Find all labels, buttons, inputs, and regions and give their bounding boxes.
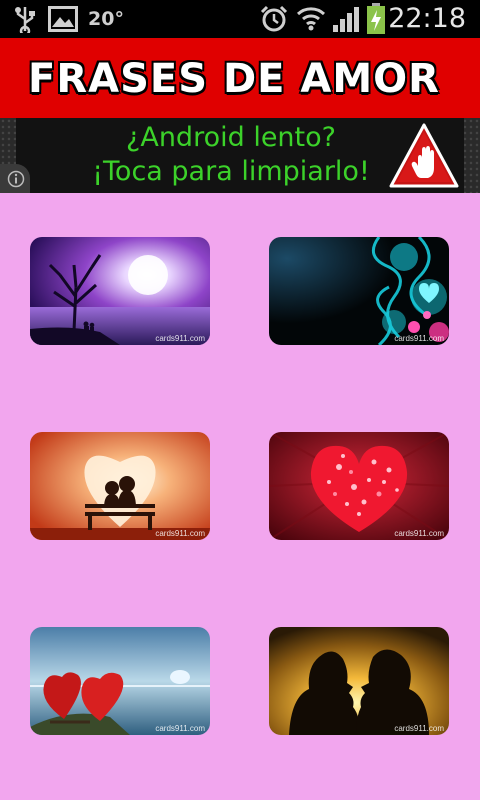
watermark-text: cards911.com — [394, 334, 444, 343]
couple-tree-moon-card[interactable]: cards911.com — [30, 237, 210, 345]
ad-banner[interactable]: ¿Android lento? ¡Toca para limpiarlo! — [0, 118, 480, 193]
temperature-text: 20° — [88, 8, 124, 30]
signal-icon — [332, 5, 360, 38]
clock-text: 22:18 — [388, 3, 466, 34]
ad-content[interactable]: ¿Android lento? ¡Toca para limpiarlo! — [16, 118, 464, 193]
watermark-text: cards911.com — [394, 529, 444, 538]
usb-icon — [14, 5, 36, 38]
watermark-text: cards911.com — [155, 334, 205, 343]
image-icon — [48, 6, 78, 37]
ad-subline: ¡Toca para limpiarlo! — [92, 156, 370, 187]
blue-heart-swirl-card[interactable]: cards911.com — [269, 237, 449, 345]
alarm-icon — [259, 5, 289, 38]
app-title: FRASES DE AMOR — [28, 56, 440, 102]
status-bar: 20° 22:18 — [0, 0, 480, 38]
watermark-text: cards911.com — [394, 724, 444, 733]
wifi-icon — [296, 4, 326, 37]
couple-kiss-silhouette-card[interactable]: cards911.com — [269, 627, 449, 735]
ad-info-button[interactable] — [0, 164, 30, 193]
red-heart-particles-card[interactable]: cards911.com — [269, 432, 449, 540]
ad-headline: ¿Android lento? — [126, 122, 336, 153]
watermark-text: cards911.com — [155, 724, 205, 733]
two-hearts-seaside-card[interactable]: cards911.com — [30, 627, 210, 735]
app-header: FRASES DE AMOR — [0, 38, 480, 119]
info-icon — [7, 170, 25, 193]
couple-bench-sunset-card[interactable]: cards911.com — [30, 432, 210, 540]
warning-hand-icon — [388, 122, 460, 195]
watermark-text: cards911.com — [155, 529, 205, 538]
battery-charging-icon — [366, 3, 386, 40]
